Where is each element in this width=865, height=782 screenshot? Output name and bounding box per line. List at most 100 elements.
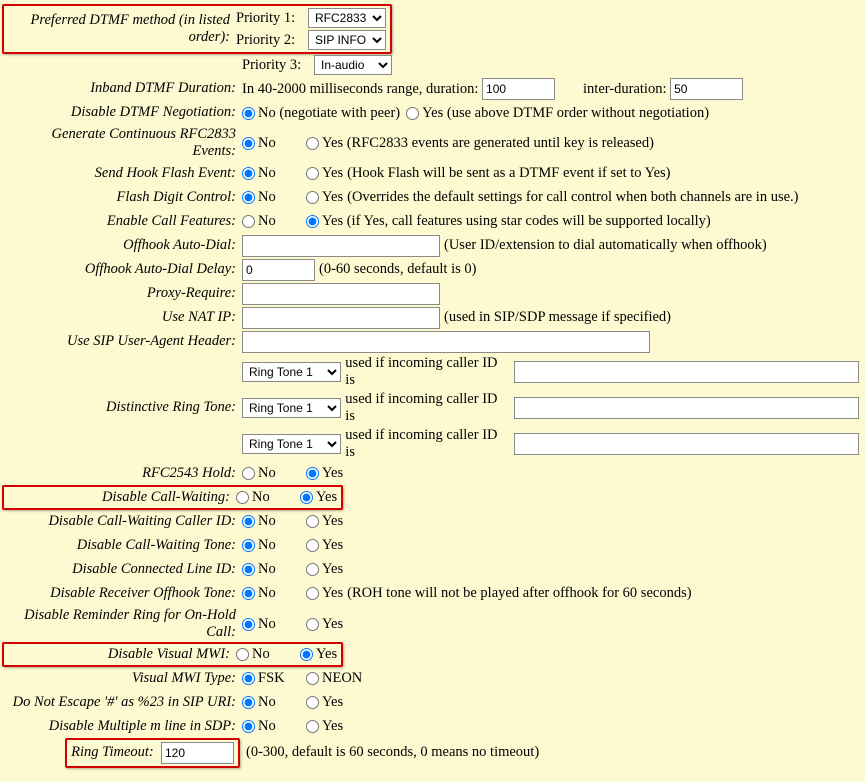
dis-cw-label: Disable Call-Waiting: (8, 489, 236, 506)
offhook-delay-note: (0-60 seconds, default is 0) (319, 261, 476, 278)
no-escape-no-text: No (258, 694, 276, 711)
call-feat-no-radio[interactable] (242, 215, 255, 228)
ring-tone-1-select[interactable]: Ring Tone 1 (242, 362, 341, 382)
inband-duration-input[interactable] (482, 78, 555, 100)
gen-cont-no-radio[interactable] (242, 137, 255, 150)
ring-tone-label: Distinctive Ring Tone: (6, 399, 242, 416)
nat-ip-label: Use NAT IP: (6, 309, 242, 326)
dis-cw-tone-no-radio[interactable] (242, 539, 255, 552)
gen-cont-no-text: No (258, 135, 276, 152)
inband-duration-label: Inband DTMF Duration: (6, 80, 242, 97)
dis-roh-no-text: No (258, 585, 276, 602)
dis-multi-m-yes-radio[interactable] (306, 720, 319, 733)
dis-conn-no-radio[interactable] (242, 563, 255, 576)
no-escape-yes-text: Yes (322, 694, 343, 711)
dis-conn-yes-text: Yes (322, 561, 343, 578)
dis-reminder-label: Disable Reminder Ring for On-Hold Call: (6, 607, 242, 642)
dis-cw-yes-text: Yes (316, 489, 337, 506)
flash-digit-note: (Overrides the default settings for call… (347, 189, 798, 206)
ua-header-label: Use SIP User-Agent Header: (6, 333, 242, 350)
dis-conn-label: Disable Connected Line ID: (6, 561, 242, 578)
ua-header-input[interactable] (242, 331, 650, 353)
dis-vmwi-label: Disable Visual MWI: (8, 646, 236, 663)
nat-ip-note: (used in SIP/SDP message if specified) (444, 309, 671, 326)
dis-roh-yes-radio[interactable] (306, 587, 319, 600)
hook-flash-label: Send Hook Flash Event: (6, 165, 242, 182)
hook-flash-yes-radio[interactable] (306, 167, 319, 180)
no-escape-label: Do Not Escape '#' as %23 in SIP URI: (6, 694, 242, 711)
priority2-label: Priority 2: (236, 32, 304, 49)
disable-neg-no-radio[interactable] (242, 107, 255, 120)
call-feat-no-text: No (258, 213, 276, 230)
gen-cont-label: Generate Continuous RFC2833 Events: (6, 126, 242, 161)
dis-reminder-yes-text: Yes (322, 616, 343, 633)
disable-neg-no-text: No (negotiate with peer) (258, 105, 400, 122)
dis-cw-cid-yes-radio[interactable] (306, 515, 319, 528)
dis-cw-cid-label: Disable Call-Waiting Caller ID: (6, 513, 242, 530)
ring-tone-3-select[interactable]: Ring Tone 1 (242, 434, 341, 454)
proxy-require-input[interactable] (242, 283, 440, 305)
dis-roh-yes-text: Yes (322, 585, 343, 602)
call-feat-yes-radio[interactable] (306, 215, 319, 228)
dis-cw-no-text: No (252, 489, 270, 506)
priority3-select[interactable]: In-audio (314, 55, 392, 75)
dis-conn-no-text: No (258, 561, 276, 578)
dis-multi-m-label: Disable Multiple m line in SDP: (6, 718, 242, 735)
priority3-label: Priority 3: (242, 57, 310, 74)
ring-caller-3-input[interactable] (514, 433, 859, 455)
rfc2543-yes-radio[interactable] (306, 467, 319, 480)
ring-caller-1-input[interactable] (514, 361, 859, 383)
offhook-auto-input[interactable] (242, 235, 440, 257)
dis-multi-m-no-radio[interactable] (242, 720, 255, 733)
dis-conn-yes-radio[interactable] (306, 563, 319, 576)
call-feat-yes-text: Yes (if Yes, call features using star co… (322, 213, 711, 230)
no-escape-no-radio[interactable] (242, 696, 255, 709)
dis-roh-no-radio[interactable] (242, 587, 255, 600)
rfc2543-no-text: No (258, 465, 276, 482)
vmwi-neon-radio[interactable] (306, 672, 319, 685)
inband-prefix-text: In 40-2000 milliseconds range, duration: (242, 81, 478, 98)
offhook-delay-input[interactable] (242, 259, 315, 281)
ring-caller-2-input[interactable] (514, 397, 859, 419)
ring-use-text-3: used if incoming caller ID is (345, 427, 509, 461)
no-escape-yes-radio[interactable] (306, 696, 319, 709)
flash-digit-yes-text: Yes (322, 189, 343, 206)
flash-digit-no-text: No (258, 189, 276, 206)
gen-cont-yes-radio[interactable] (306, 137, 319, 150)
call-feat-label: Enable Call Features: (6, 213, 242, 230)
dis-vmwi-yes-radio[interactable] (300, 648, 313, 661)
dis-vmwi-no-text: No (252, 646, 270, 663)
dis-vmwi-no-radio[interactable] (236, 648, 249, 661)
flash-digit-yes-radio[interactable] (306, 191, 319, 204)
rfc2543-yes-text: Yes (322, 465, 343, 482)
offhook-auto-label: Offhook Auto-Dial: (6, 237, 242, 254)
ring-use-text-2: used if incoming caller ID is (345, 391, 509, 425)
ring-tone-2-select[interactable]: Ring Tone 1 (242, 398, 341, 418)
dis-cw-tone-label: Disable Call-Waiting Tone: (6, 537, 242, 554)
nat-ip-input[interactable] (242, 307, 440, 329)
offhook-delay-label: Offhook Auto-Dial Delay: (6, 261, 242, 278)
dis-cw-tone-yes-radio[interactable] (306, 539, 319, 552)
dis-reminder-yes-radio[interactable] (306, 618, 319, 631)
dtmf-method-label: Preferred DTMF method (in listed order): (31, 12, 230, 45)
flash-digit-label: Flash Digit Control: (6, 189, 242, 206)
dis-cw-yes-radio[interactable] (300, 491, 313, 504)
ring-timeout-label: Ring Timeout: (71, 744, 154, 761)
disable-neg-yes-radio[interactable] (406, 107, 419, 120)
priority1-select[interactable]: RFC2833 (308, 8, 386, 28)
vmwi-neon-text: NEON (322, 670, 362, 687)
rfc2543-no-radio[interactable] (242, 467, 255, 480)
hook-flash-no-radio[interactable] (242, 167, 255, 180)
dis-cw-cid-no-radio[interactable] (242, 515, 255, 528)
ring-timeout-input[interactable] (161, 742, 234, 764)
disable-neg-yes-text: Yes (use above DTMF order without negoti… (422, 105, 709, 122)
dis-reminder-no-text: No (258, 616, 276, 633)
dis-reminder-no-radio[interactable] (242, 618, 255, 631)
priority2-select[interactable]: SIP INFO (308, 30, 386, 50)
dis-cw-no-radio[interactable] (236, 491, 249, 504)
vmwi-type-label: Visual MWI Type: (6, 670, 242, 687)
flash-digit-no-radio[interactable] (242, 191, 255, 204)
offhook-auto-note: (User ID/extension to dial automatically… (444, 237, 767, 254)
inter-duration-input[interactable] (670, 78, 743, 100)
vmwi-fsk-radio[interactable] (242, 672, 255, 685)
